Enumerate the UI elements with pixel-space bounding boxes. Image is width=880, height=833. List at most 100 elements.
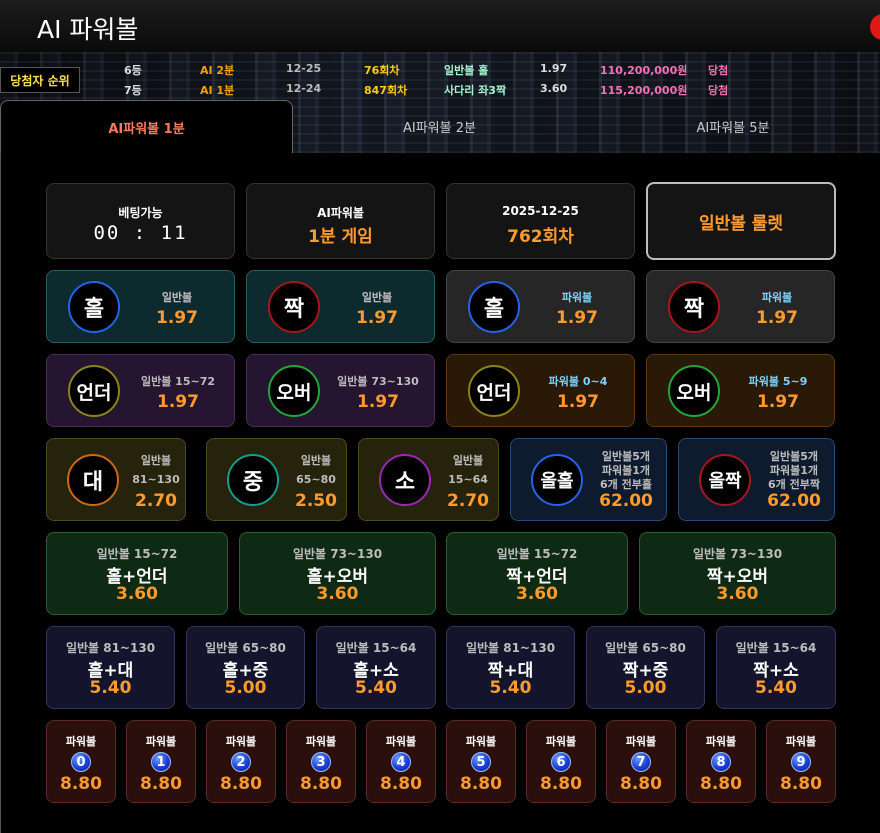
- ticker-odds: 1.97: [540, 62, 568, 75]
- bet-odds: 1.97: [756, 308, 798, 328]
- bet-odds: 3.60: [116, 584, 158, 604]
- bet-powerball-8-button[interactable]: 파워볼 8 8.80: [686, 720, 756, 803]
- tab-ai-powerball-2min[interactable]: AI파워볼 2분: [293, 100, 586, 153]
- bet-label: 파워볼: [705, 735, 737, 748]
- roulette-button[interactable]: 일반볼 룰렛: [646, 182, 836, 260]
- bet-odds: 5.40: [489, 678, 532, 698]
- large-circle: 대: [67, 454, 119, 506]
- tab-ai-powerball-5min[interactable]: AI파워볼 5분: [586, 100, 880, 153]
- bet-powerball-5-button[interactable]: 파워볼 5 8.80: [446, 720, 516, 803]
- bet-even-medium-button[interactable]: 일반볼 65~80 짝+중 5.00: [586, 626, 705, 709]
- winner-ranking-label[interactable]: 당첨자 순위: [0, 67, 80, 93]
- notification-dot-icon[interactable]: [870, 14, 880, 40]
- all-odd-circle: 올홀: [531, 454, 583, 506]
- bet-powerball-2-button[interactable]: 파워볼 2 8.80: [206, 720, 276, 803]
- bet-label: 일반볼: [452, 454, 484, 467]
- bet-odds: 8.80: [380, 774, 422, 794]
- bet-normal-odd-button[interactable]: 홀 일반볼 1.97: [46, 270, 235, 343]
- bet-odd-small-button[interactable]: 일반볼 15~64 홀+소 5.40: [316, 626, 436, 709]
- bet-powerball-9-button[interactable]: 파워볼 9 8.80: [766, 720, 836, 803]
- bet-status-label: 베팅가능: [118, 206, 163, 220]
- game-type: 1분 게임: [308, 227, 373, 247]
- bet-even-small-button[interactable]: 일반볼 15~64 짝+소 5.40: [716, 626, 836, 709]
- bet-label: 일반볼: [300, 454, 332, 467]
- bet-even-large-button[interactable]: 일반볼 81~130 짝+대 5.40: [446, 626, 575, 709]
- over-circle: 오버: [668, 365, 720, 417]
- ticker-row: 7등 AI 1분 12-24 847회차 사다리 좌3짝 3.60 115,20…: [80, 82, 880, 97]
- bet-normal-even-button[interactable]: 짝 일반볼 1.97: [246, 270, 435, 343]
- ticker-rank: 6등: [124, 64, 142, 77]
- bet-power-odd-button[interactable]: 홀 파워볼 1.97: [446, 270, 635, 343]
- over-circle: 오버: [268, 365, 320, 417]
- bet-label: 일반볼: [161, 291, 193, 304]
- bet-label: 파워볼: [785, 735, 817, 748]
- bet-label: 파워볼 0~4: [548, 375, 608, 388]
- ticker-amount: 110,200,000원: [600, 64, 688, 77]
- bet-label: 파워볼: [145, 735, 177, 748]
- powerball-icon: 3: [311, 752, 331, 772]
- bet-medium-button[interactable]: 중 일반볼 65~80 2.50: [206, 438, 347, 521]
- bet-odds: 1.97: [356, 308, 398, 328]
- betting-panel: 베팅가능 00 : 11 AI파워볼 1분 게임 2025-12-25 762회…: [0, 153, 880, 833]
- bet-even-under-button[interactable]: 일반볼 15~72 짝+언더 3.60: [446, 532, 628, 615]
- bet-powerball-6-button[interactable]: 파워볼 6 8.80: [526, 720, 596, 803]
- bet-odds: 8.80: [300, 774, 342, 794]
- bet-label: 파워볼: [561, 291, 593, 304]
- bet-powerball-4-button[interactable]: 파워볼 4 8.80: [366, 720, 436, 803]
- bet-odds: 2.50: [295, 491, 337, 511]
- bet-even-over-button[interactable]: 일반볼 73~130 짝+오버 3.60: [639, 532, 836, 615]
- bet-powerball-0-button[interactable]: 파워볼 0 8.80: [46, 720, 116, 803]
- bet-label: 일반볼 73~130: [292, 547, 383, 561]
- bet-odd-large-button[interactable]: 일반볼 81~130 홀+대 5.40: [46, 626, 175, 709]
- bet-all-even-button[interactable]: 올짝 일반볼5개 파워볼1개 6개 전부짝 62.00: [678, 438, 835, 521]
- bet-odd-medium-button[interactable]: 일반볼 65~80 홀+중 5.00: [186, 626, 305, 709]
- odd-circle: 홀: [468, 281, 520, 333]
- bet-power-under-button[interactable]: 언더 파워볼 0~4 1.97: [446, 354, 635, 427]
- bet-label: 일반볼 65~80: [605, 641, 686, 655]
- bet-all-odd-button[interactable]: 올홀 일반볼5개 파워볼1개 6개 전부홀 62.00: [510, 438, 667, 521]
- bet-odds: 5.40: [89, 678, 132, 698]
- powerball-icon: 1: [151, 752, 171, 772]
- bet-odds: 62.00: [767, 491, 821, 511]
- round-info-card: 2025-12-25 762회차: [446, 183, 635, 259]
- bet-odds: 1.97: [556, 308, 598, 328]
- bet-odds: 3.60: [716, 584, 759, 604]
- bet-odds: 1.97: [757, 392, 799, 412]
- bet-powerball-7-button[interactable]: 파워볼 7 8.80: [606, 720, 676, 803]
- bet-odds: 5.00: [224, 678, 267, 698]
- powerball-icon: 4: [391, 752, 411, 772]
- bet-normal-over-button[interactable]: 오버 일반볼 73~130 1.97: [246, 354, 435, 427]
- powerball-icon: 6: [551, 752, 571, 772]
- ticker-rank: 7등: [124, 84, 142, 97]
- bet-label: 일반볼 81~130: [65, 641, 156, 655]
- bet-odds: 8.80: [220, 774, 262, 794]
- bet-status-card: 베팅가능 00 : 11: [46, 183, 235, 259]
- bet-label: 파워볼: [385, 735, 417, 748]
- bet-label: 파워볼: [761, 291, 793, 304]
- bet-odds: 1.97: [156, 308, 198, 328]
- bet-odds: 8.80: [540, 774, 582, 794]
- bet-large-button[interactable]: 대 일반볼 81~130 2.70: [46, 438, 186, 521]
- under-circle: 언더: [68, 365, 120, 417]
- bet-odd-under-button[interactable]: 일반볼 15~72 홀+언더 3.60: [46, 532, 228, 615]
- bet-label: 파워볼: [65, 735, 97, 748]
- bet-normal-under-button[interactable]: 언더 일반볼 15~72 1.97: [46, 354, 235, 427]
- bet-odds: 2.70: [135, 491, 177, 511]
- bet-odds: 8.80: [620, 774, 662, 794]
- all-even-circle: 올짝: [699, 454, 751, 506]
- bet-label: 파워볼: [305, 735, 337, 748]
- bet-powerball-1-button[interactable]: 파워볼 1 8.80: [126, 720, 196, 803]
- game-date: 2025-12-25: [502, 204, 579, 218]
- game-name: AI파워볼: [317, 206, 364, 220]
- tab-ai-powerball-1min[interactable]: AI파워볼 1분: [0, 100, 293, 153]
- bet-power-even-button[interactable]: 짝 파워볼 1.97: [646, 270, 835, 343]
- powerball-icon: 5: [471, 752, 491, 772]
- bet-power-over-button[interactable]: 오버 파워볼 5~9 1.97: [646, 354, 835, 427]
- bet-odd-over-button[interactable]: 일반볼 73~130 홀+오버 3.60: [239, 532, 436, 615]
- bet-powerball-3-button[interactable]: 파워볼 3 8.80: [286, 720, 356, 803]
- bet-label: 6개 전부홀: [600, 478, 652, 491]
- ticker-result: 당첨: [708, 84, 729, 97]
- ticker-round: 847회차: [364, 84, 408, 97]
- bet-small-button[interactable]: 소 일반볼 15~64 2.70: [358, 438, 499, 521]
- medium-circle: 중: [227, 454, 279, 506]
